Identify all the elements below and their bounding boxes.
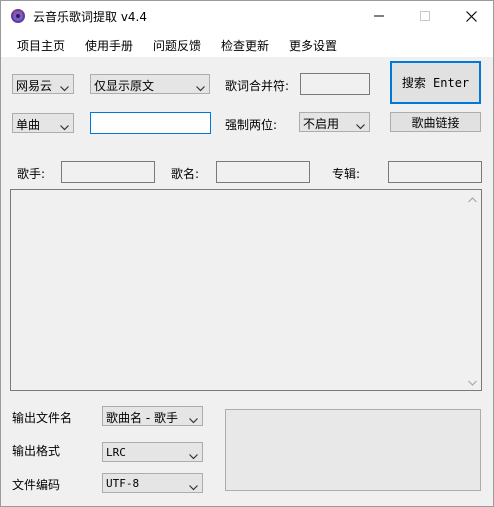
window-title: 云音乐歌词提取 v4.4	[33, 10, 148, 24]
force-two-digit-select[interactable]: 不启用	[299, 112, 370, 132]
song-name-label: 歌名:	[171, 167, 200, 181]
chevron-down-icon	[356, 119, 365, 133]
menu-more-settings[interactable]: 更多设置	[289, 37, 337, 54]
output-format-label: 输出格式	[12, 444, 61, 458]
menu-homepage[interactable]: 项目主页	[17, 37, 65, 54]
song-link-button[interactable]: 歌曲链接	[390, 112, 481, 132]
cover-image-panel	[225, 409, 481, 491]
file-encoding-select[interactable]: UTF-8	[102, 473, 203, 493]
search-button[interactable]: 搜索 Enter	[390, 61, 481, 104]
search-type-select[interactable]: 单曲	[12, 113, 74, 133]
chevron-down-icon	[468, 375, 477, 389]
artist-field[interactable]	[61, 161, 155, 183]
title-bar: 云音乐歌词提取 v4.4	[1, 1, 493, 31]
chevron-up-icon	[468, 192, 477, 206]
chevron-down-icon	[189, 480, 198, 494]
output-format-value: LRC	[106, 446, 126, 459]
menu-bar: 项目主页 使用手册 问题反馈 检查更新 更多设置	[1, 31, 493, 57]
search-type-value: 单曲	[16, 118, 41, 132]
artist-label: 歌手:	[17, 167, 46, 181]
menu-manual[interactable]: 使用手册	[85, 37, 133, 54]
album-field[interactable]	[388, 161, 482, 183]
chevron-down-icon	[196, 81, 205, 95]
close-icon	[465, 10, 477, 22]
maximize-button[interactable]	[402, 1, 448, 31]
display-mode-select[interactable]: 仅显示原文	[90, 74, 210, 94]
search-input[interactable]	[90, 112, 211, 134]
chevron-down-icon	[60, 120, 69, 134]
file-encoding-label: 文件编码	[12, 478, 61, 492]
minimize-button[interactable]	[356, 1, 402, 31]
scroll-up-button[interactable]	[464, 190, 481, 207]
maximize-icon	[420, 11, 430, 21]
platform-select[interactable]: 网易云	[12, 74, 74, 94]
platform-value: 网易云	[16, 79, 53, 93]
display-mode-value: 仅显示原文	[94, 79, 155, 93]
chevron-down-icon	[189, 413, 198, 427]
minimize-icon	[374, 11, 384, 21]
output-filename-value: 歌曲名 - 歌手	[106, 411, 178, 425]
album-label: 专辑:	[332, 167, 361, 181]
chevron-down-icon	[189, 449, 198, 463]
app-logo-icon	[10, 8, 26, 24]
merge-symbol-label: 歌词合并符:	[225, 79, 290, 93]
output-filename-select[interactable]: 歌曲名 - 歌手	[102, 406, 203, 426]
menu-check-update[interactable]: 检查更新	[221, 37, 269, 54]
scroll-down-button[interactable]	[464, 373, 481, 390]
menu-feedback[interactable]: 问题反馈	[153, 37, 201, 54]
force-two-digit-label: 强制两位:	[225, 118, 278, 132]
app-window: 云音乐歌词提取 v4.4 项目主页 使用手册 问题反馈 检查更新 更多设置 网易…	[0, 0, 494, 507]
chevron-down-icon	[60, 81, 69, 95]
lyrics-textarea[interactable]	[10, 189, 482, 391]
song-name-field[interactable]	[216, 161, 310, 183]
output-format-select[interactable]: LRC	[102, 442, 203, 462]
force-two-digit-value: 不启用	[303, 117, 340, 131]
output-filename-label: 输出文件名	[12, 411, 73, 425]
close-button[interactable]	[448, 1, 493, 31]
file-encoding-value: UTF-8	[106, 477, 140, 490]
merge-symbol-input[interactable]	[300, 73, 370, 95]
lyrics-scrollbar[interactable]	[464, 190, 481, 390]
